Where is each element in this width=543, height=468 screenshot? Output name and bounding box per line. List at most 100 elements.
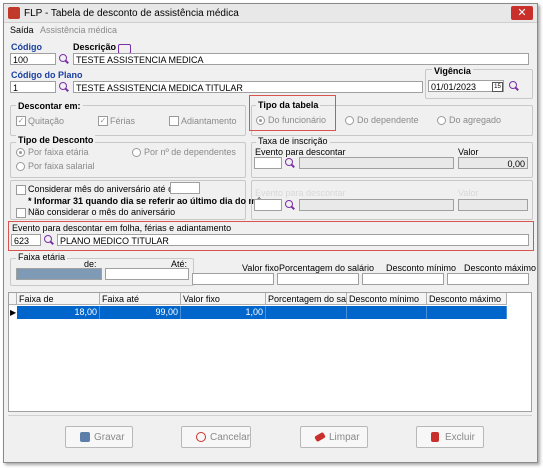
cell-porcentagem[interactable] [266,306,347,319]
disabled-valor-field [458,199,528,211]
search-disabled-icon[interactable] [285,200,295,210]
grid-header-desc-min[interactable]: Desconto mínimo [347,293,427,305]
menu-bar: Saída Assistência médica [4,23,537,54]
search-taxa-icon[interactable] [285,158,295,168]
mes-aniversario-checkbox[interactable] [16,185,26,195]
valor-fixo-field[interactable] [192,273,274,285]
close-button[interactable]: ✕ [511,6,533,20]
taxa-evento-field[interactable] [254,157,282,169]
cancel-icon [196,432,206,442]
n-dependentes-label: Por nº de dependentes [144,147,236,157]
vigencia-label: Vigência [432,66,473,76]
faixa-etaria-label: Por faixa etária [28,147,89,157]
plano-desc-field[interactable]: TESTE ASSISTENCIA MEDICA TITULAR [73,81,423,93]
search-codigo-icon[interactable] [59,54,69,64]
faixa-ate-field[interactable] [105,268,189,280]
table-row[interactable]: 18,00 99,00 1,00 [17,306,507,319]
taxa-evento-label: Evento para descontar [255,147,346,157]
disabled-evento-field [254,199,282,211]
cell-faixa-de[interactable]: 18,00 [17,306,100,319]
desc-max-label: Desconto máximo [464,263,537,273]
agregado-radio[interactable] [437,116,446,125]
faixa-de-field[interactable] [16,268,102,280]
quitacao-checkbox[interactable]: ✓ [16,116,26,126]
grid-header-desc-max[interactable]: Desconto máximo [427,293,507,305]
nao-considerar-checkbox[interactable] [16,208,26,218]
nao-considerar-label: Não considerar o mês do aniversário [28,207,176,217]
dependente-radio[interactable] [345,116,354,125]
informar-note: * Informar 31 quando dia se referir ao ú… [28,196,267,206]
disabled-desc-field [299,199,454,211]
codigo-field[interactable]: 100 [10,53,56,65]
search-plano-icon[interactable] [59,82,69,92]
gravar-button[interactable]: Gravar [65,426,133,448]
grid-header-faixa-de[interactable]: Faixa de [17,293,100,305]
limpar-label: Limpar [329,432,360,443]
disabled-valor-label: Valor [458,188,479,198]
n-dependentes-radio[interactable] [132,148,141,157]
desc-max-field[interactable] [447,273,529,285]
cell-desc-min[interactable] [347,306,427,319]
calendar-icon[interactable]: 15 [492,82,503,92]
title-bar: FLP - Tabela de desconto de assistência … [4,4,537,23]
descontar-label: Descontar em: [16,101,83,111]
row-indicator-icon: ▶ [10,308,17,317]
valor-fixo-label: Valor fixo [242,263,279,273]
save-icon [80,432,90,442]
search-vigencia-icon[interactable] [509,81,519,91]
evento-folha-label: Evento para descontar em folha, férias e… [12,223,232,233]
faixa-salarial-radio[interactable] [16,162,25,171]
agregado-label: Do agregado [449,115,502,125]
codigo-label: Código [11,42,42,52]
ferias-label: Férias [110,116,136,126]
ferias-checkbox[interactable]: ✓ [98,116,108,126]
evento-folha-code-field[interactable]: 623__ [11,234,41,246]
faixa-etaria-radio[interactable] [16,148,25,157]
desc-min-field[interactable] [362,273,444,285]
mes-aniversario-label: Considerar mês do aniversário até o dia [28,184,188,194]
taxa-desc-field [299,157,454,169]
cancelar-label: Cancelar [210,432,251,443]
grid-header-valor-fixo[interactable]: Valor fixo [181,293,266,305]
cell-faixa-ate[interactable]: 99,00 [100,306,181,319]
menu-assistencia[interactable]: Assistência médica [40,25,117,35]
porcentagem-label: Porcentagem do salário [279,263,375,273]
desc-min-label: Desconto mínimo [386,263,457,273]
tipo-desconto-label: Tipo de Desconto [16,135,96,145]
porcentagem-field[interactable] [277,273,359,285]
app-icon [8,7,20,19]
cell-valor-fixo[interactable]: 1,00 [181,306,266,319]
cancelar-button[interactable]: Cancelar [181,426,251,448]
trash-icon [431,432,439,442]
disabled-evento-label: Evento para descontar [255,188,346,198]
main-window: FLP - Tabela de desconto de assistência … [3,3,538,463]
descricao-field[interactable]: TESTE ASSISTENCIA MEDICA [73,53,529,65]
taxa-valor-field[interactable]: 0,00 [458,157,528,169]
tipo-tabela-highlight [249,95,336,131]
dia-field[interactable]: __ [170,182,200,194]
faixa-label: Faixa etária [16,252,68,262]
faixa-salarial-label: Por faixa salarial [28,161,95,171]
limpar-button[interactable]: Limpar [300,426,368,448]
adiantamento-checkbox[interactable] [169,116,179,126]
excluir-button[interactable]: Excluir [416,426,484,448]
plano-code-field[interactable]: 1____ [10,81,56,93]
cell-desc-max[interactable] [427,306,507,319]
menu-saida[interactable]: Saída [10,25,34,35]
adiantamento-label: Adiantamento [181,116,237,126]
button-bar: Gravar Cancelar Limpar Excluir [8,415,532,460]
funcionario-radio[interactable] [256,116,265,125]
grid-header-porcentagem[interactable]: Porcentagem do salário [266,293,347,305]
excluir-label: Excluir [445,432,476,443]
eraser-icon [314,431,326,443]
plano-label: Código do Plano [11,70,83,80]
faixa-grid[interactable]: Faixa de Faixa até Valor fixo Porcentage… [8,292,532,412]
grid-header-faixa-ate[interactable]: Faixa até [100,293,181,305]
grid-corner [9,293,17,305]
funcionario-label: Do funcionário [268,115,327,125]
descricao-label: Descrição [73,42,117,52]
taxa-label: Taxa de inscrição [256,136,330,146]
evento-folha-desc-field[interactable]: PLANO MEDICO TITULAR [57,234,529,246]
search-evento-icon[interactable] [44,235,54,245]
window-title: FLP - Tabela de desconto de assistência … [24,8,239,19]
